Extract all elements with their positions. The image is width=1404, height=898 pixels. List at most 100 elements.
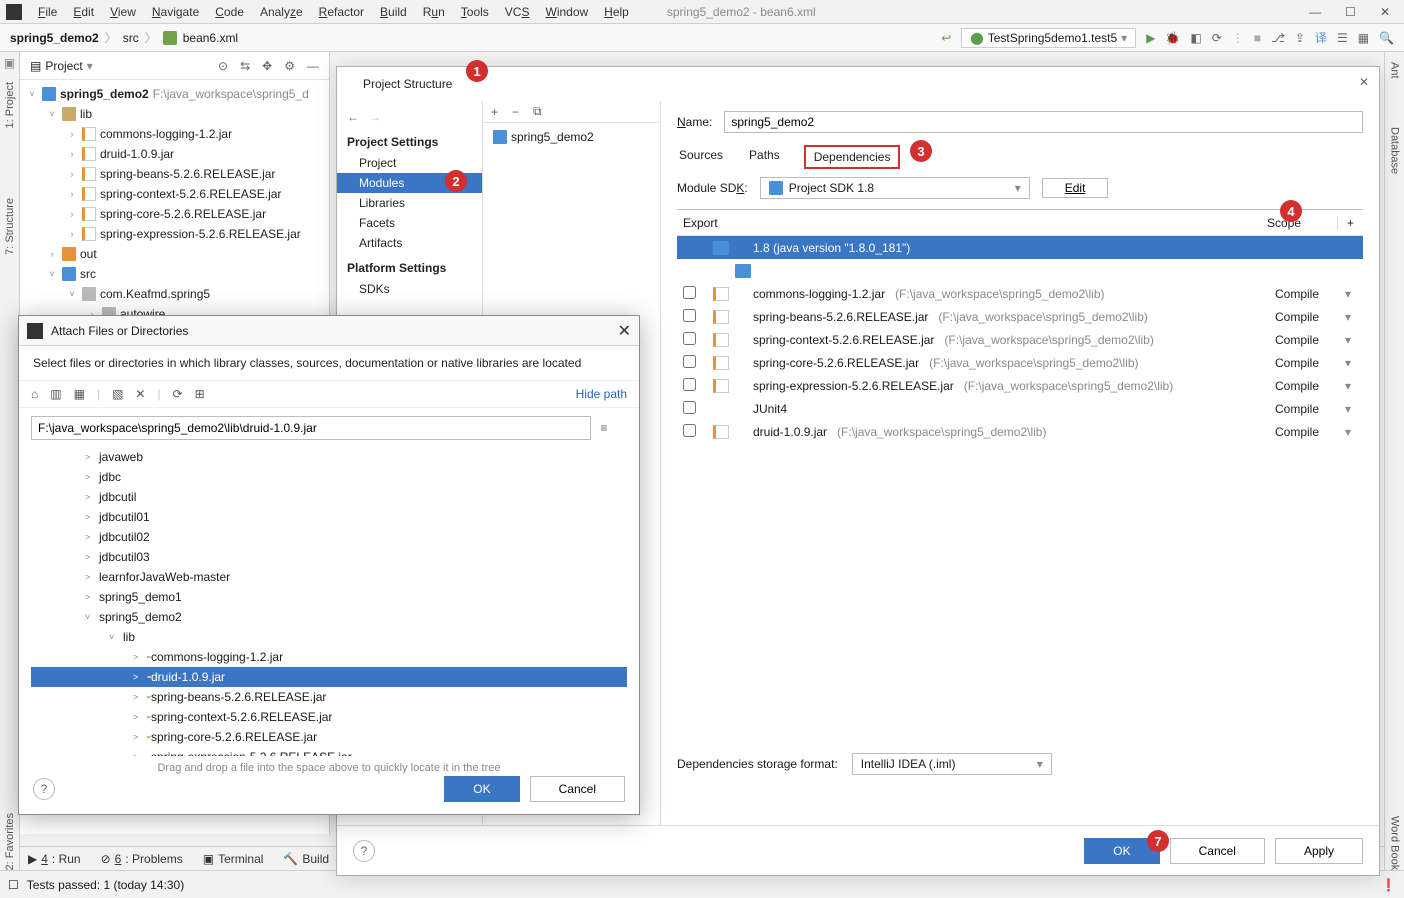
back-arrow-icon[interactable]: ↩: [941, 31, 951, 45]
breadcrumb-project[interactable]: spring5_demo2: [10, 31, 99, 45]
collapse-icon[interactable]: ▣: [4, 56, 15, 70]
file-tree-row[interactable]: > javaweb: [31, 447, 627, 467]
dep-checkbox[interactable]: [683, 378, 696, 391]
stop-icon[interactable]: ■: [1254, 31, 1261, 45]
right-tool-database[interactable]: Database: [1389, 127, 1401, 174]
menu-run[interactable]: Run: [415, 3, 453, 21]
refresh-icon[interactable]: ⟳: [173, 387, 183, 401]
file-tree-row[interactable]: ˅ lib: [31, 627, 627, 647]
dep-checkbox[interactable]: [683, 355, 696, 368]
left-tool-favorites[interactable]: 2: Favorites: [4, 813, 16, 870]
remove-module-icon[interactable]: −: [512, 105, 519, 119]
module-name-input[interactable]: [724, 111, 1363, 133]
minimize-icon[interactable]: —: [1309, 5, 1321, 19]
breadcrumb-src[interactable]: src: [123, 31, 139, 45]
dependency-row[interactable]: spring-context-5.2.6.RELEASE.jar(F:\java…: [677, 328, 1363, 351]
attach-file-tree[interactable]: > javaweb> jdbc> jdbcutil> jdbcutil01> j…: [31, 446, 627, 756]
dependency-row[interactable]: druid-1.0.9.jar(F:\java_workspace\spring…: [677, 420, 1363, 443]
project-icon[interactable]: ▦: [74, 387, 85, 401]
close-icon[interactable]: ✕: [1380, 5, 1390, 19]
desktop-icon[interactable]: ▥: [50, 387, 61, 401]
tab-paths[interactable]: Paths: [747, 145, 782, 169]
module-item[interactable]: spring5_demo2: [489, 127, 654, 147]
edit-sdk-button[interactable]: Edit: [1042, 178, 1109, 198]
nav-facets[interactable]: Facets: [337, 213, 482, 233]
add-module-icon[interactable]: +: [491, 105, 498, 119]
dictionary-icon[interactable]: ☰: [1337, 31, 1348, 45]
dep-checkbox[interactable]: [683, 332, 696, 345]
file-tree-row[interactable]: > commons-logging-1.2.jar: [31, 647, 627, 667]
debug-icon[interactable]: 🐞: [1165, 31, 1180, 45]
tab-terminal[interactable]: ▣ Terminal: [203, 852, 264, 866]
dep-checkbox[interactable]: [683, 286, 696, 299]
attach-close-icon[interactable]: ✕: [618, 321, 631, 341]
menu-file[interactable]: File: [30, 3, 65, 21]
file-tree-row[interactable]: ˅ spring5_demo2: [31, 607, 627, 627]
menu-view[interactable]: View: [102, 3, 144, 21]
vcs-icon[interactable]: ⎇: [1271, 31, 1285, 45]
menu-code[interactable]: Code: [207, 3, 252, 21]
file-tree-row[interactable]: > spring-expression-5.2.6.RELEASE.jar: [31, 747, 627, 756]
structure-cancel-button[interactable]: Cancel: [1170, 838, 1265, 864]
menu-window[interactable]: Window: [537, 3, 596, 21]
gear-icon[interactable]: ⚙: [284, 59, 295, 73]
tab-build[interactable]: 🔨 Build: [283, 852, 329, 866]
menu-edit[interactable]: Edit: [65, 3, 102, 21]
structure-apply-button[interactable]: Apply: [1275, 838, 1363, 864]
nav-sdks[interactable]: SDKs: [337, 279, 482, 299]
delete-icon[interactable]: ✕: [135, 387, 145, 401]
right-tool-ant[interactable]: Ant: [1389, 62, 1401, 79]
file-tree-row[interactable]: > druid-1.0.9.jar: [31, 667, 627, 687]
file-tree-row[interactable]: > jdbc: [31, 467, 627, 487]
dep-checkbox[interactable]: [683, 401, 696, 414]
attach-cancel-button[interactable]: Cancel: [530, 776, 625, 802]
file-tree-row[interactable]: > spring-beans-5.2.6.RELEASE.jar: [31, 687, 627, 707]
tab-run[interactable]: ▶ 4: Run: [28, 852, 81, 866]
dependency-row[interactable]: JUnit4 Compile▾: [677, 397, 1363, 420]
project-tree[interactable]: ˅spring5_demo2F:\java_workspace\spring5_…: [20, 80, 329, 328]
dependency-row[interactable]: [677, 259, 1363, 282]
expand-icon[interactable]: ✥: [262, 59, 272, 73]
run-icon[interactable]: ▶: [1146, 31, 1155, 45]
file-tree-row[interactable]: > jdbcutil02: [31, 527, 627, 547]
menu-tools[interactable]: Tools: [453, 3, 497, 21]
commit-icon[interactable]: ⇪: [1295, 31, 1305, 45]
help-icon[interactable]: ?: [353, 840, 375, 862]
dependency-row[interactable]: 1.8 (java version "1.8.0_181"): [677, 236, 1363, 259]
file-tree-row[interactable]: > learnforJavaWeb-master: [31, 567, 627, 587]
hide-path-link[interactable]: Hide path: [576, 387, 627, 401]
error-indicator-icon[interactable]: ❗: [1381, 878, 1396, 892]
structure-icon[interactable]: ▦: [1358, 31, 1369, 45]
right-tool-wordbook[interactable]: Word Book: [1389, 816, 1401, 870]
dependency-row[interactable]: spring-core-5.2.6.RELEASE.jar(F:\java_wo…: [677, 351, 1363, 374]
nav-libraries[interactable]: Libraries: [337, 193, 482, 213]
coverage-icon[interactable]: ◧: [1190, 31, 1201, 45]
sdk-select[interactable]: Project SDK 1.8▾: [760, 177, 1030, 199]
attach-path-input[interactable]: [31, 416, 591, 440]
project-panel-label[interactable]: Project: [45, 59, 82, 73]
attach-help-icon[interactable]: ?: [33, 778, 55, 800]
home-icon[interactable]: ⌂: [31, 387, 38, 401]
dependency-row[interactable]: spring-expression-5.2.6.RELEASE.jar(F:\j…: [677, 374, 1363, 397]
run-config-dropdown[interactable]: ⬤TestSpring5demo1.test5▾: [961, 28, 1136, 48]
show-hidden-icon[interactable]: ⊞: [195, 387, 205, 401]
search-icon[interactable]: 🔍: [1379, 31, 1394, 45]
hide-panel-icon[interactable]: —: [307, 59, 319, 73]
file-tree-row[interactable]: > spring5_demo1: [31, 587, 627, 607]
dep-checkbox[interactable]: [683, 424, 696, 437]
tab-sources[interactable]: Sources: [677, 145, 725, 169]
dependency-row[interactable]: commons-logging-1.2.jar(F:\java_workspac…: [677, 282, 1363, 305]
collapse-all-icon[interactable]: ⇆: [240, 59, 250, 73]
dependency-row[interactable]: spring-beans-5.2.6.RELEASE.jar(F:\java_w…: [677, 305, 1363, 328]
status-icon[interactable]: ☐: [8, 878, 19, 892]
menu-navigate[interactable]: Navigate: [144, 3, 207, 21]
menu-help[interactable]: Help: [596, 3, 637, 21]
target-icon[interactable]: ⊙: [218, 59, 228, 73]
menu-refactor[interactable]: Refactor: [311, 3, 372, 21]
dep-checkbox[interactable]: [683, 309, 696, 322]
file-tree-row[interactable]: > spring-context-5.2.6.RELEASE.jar: [31, 707, 627, 727]
maximize-icon[interactable]: ☐: [1345, 5, 1356, 19]
left-tool-project[interactable]: 1: Project: [4, 82, 16, 128]
left-tool-structure[interactable]: 7: Structure: [4, 198, 16, 255]
menu-vcs[interactable]: VCS: [497, 3, 538, 21]
